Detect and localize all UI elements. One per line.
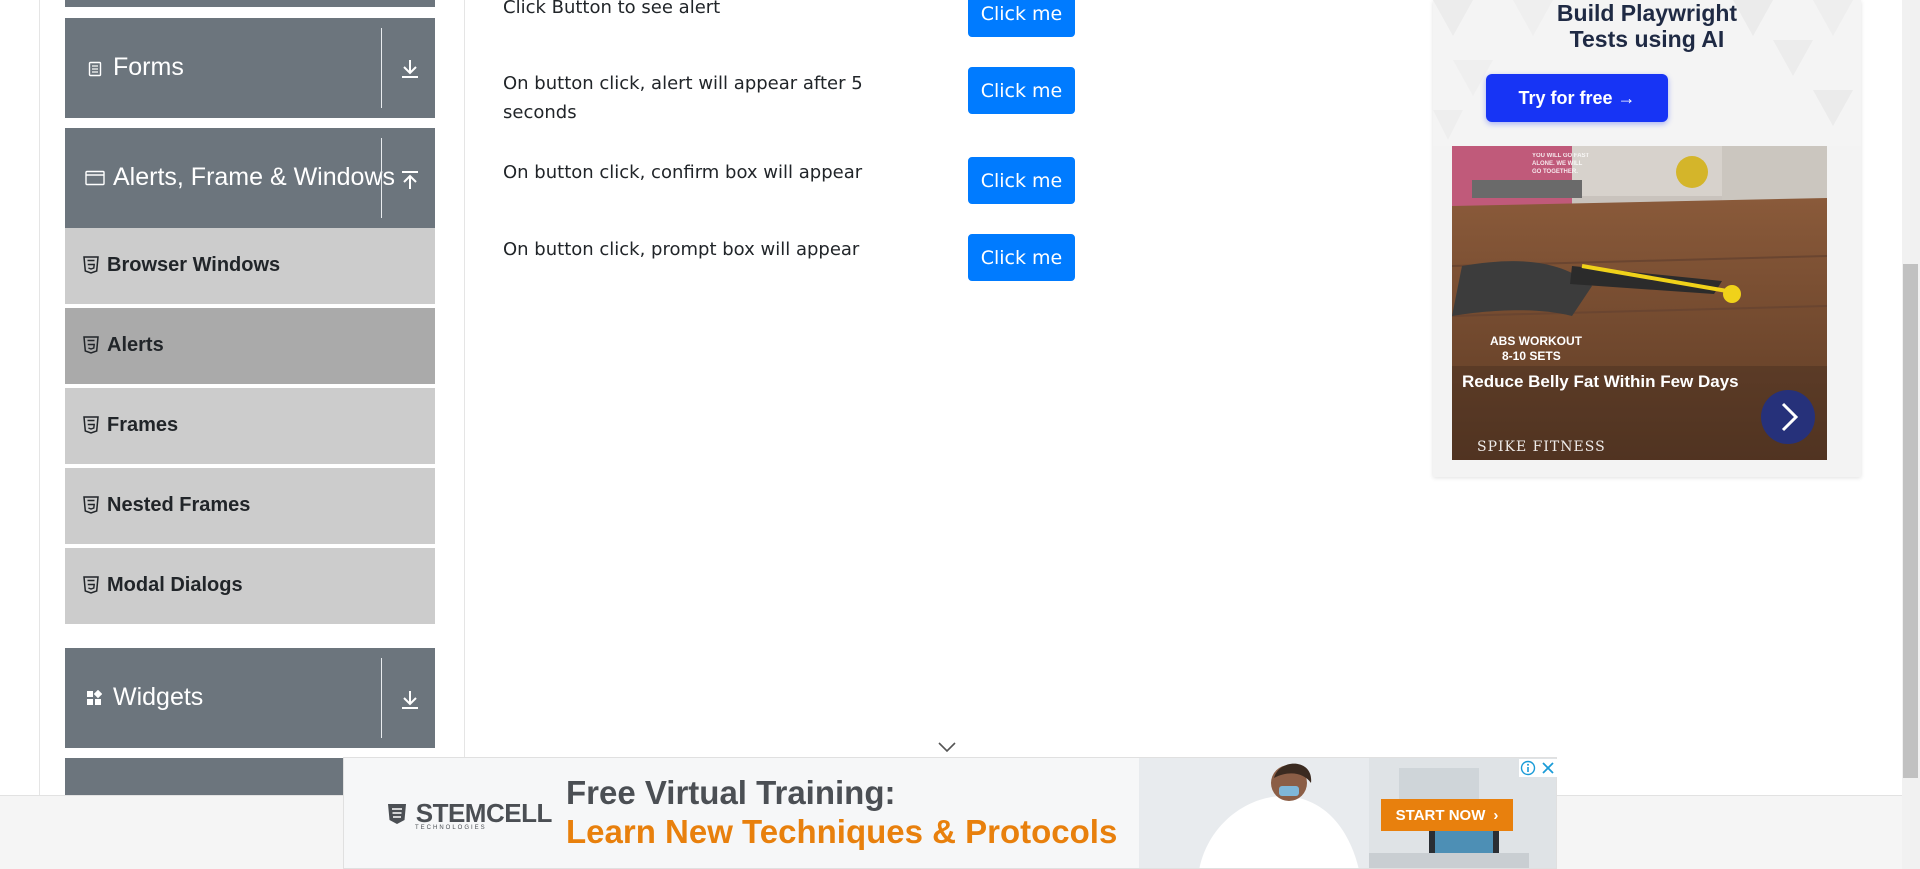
sidebar-item-label: Alerts [107,334,164,356]
ad-info-icon[interactable] [1520,760,1536,776]
confirm-button[interactable]: Click me [968,157,1075,204]
side-ad-headline-line2: Tests using AI [1569,26,1725,52]
stemcell-logo: STEMCELL TECHNOLOGIES [385,798,552,831]
timer-alert-button[interactable]: Click me [968,67,1075,114]
widgets-grid-icon [87,690,102,705]
download-arrow-icon[interactable] [395,684,425,714]
sidebar-item-label: Modal Dialogs [107,574,243,596]
bottom-ad[interactable]: STEMCELL TECHNOLOGIES Free Virtual Train… [343,757,1557,869]
content-border [464,0,465,757]
bottom-ad-line2: Learn New Techniques & Protocols [566,813,1118,850]
sidebar-item-label: Browser Windows [107,254,281,276]
scrollbar-thumb[interactable] [1903,264,1918,778]
html5-icon [83,496,99,514]
sidebar-item-frames[interactable]: Frames [65,388,435,466]
prompt-row-text: On button click, prompt box will appear [503,239,860,260]
sidebar-item-browser-windows[interactable]: Browser Windows [65,228,435,306]
confirm-row-text: On button click, confirm box will appear [503,162,863,183]
chevron-right-icon: › [1493,806,1499,824]
photo-brand: SPIKE FITNESS [1477,439,1606,455]
bottom-ad-start-button[interactable]: START NOW › [1381,799,1513,831]
html5-icon [83,416,99,434]
stemcell-logo-text: STEMCELL [415,798,553,828]
sidebar-item-modal-dialogs[interactable]: Modal Dialogs [65,548,435,626]
photo-wall-text: YOU WILL GO FAST ALONE. WE WILL GO TOGET… [1532,153,1590,175]
download-arrow-icon[interactable] [395,53,425,83]
side-ad-headline: Build Playwright Tests using AI [1433,0,1861,52]
photo-tag-line2: 8-10 SETS [1502,349,1561,363]
group-header-forms[interactable]: Forms [65,18,435,118]
photo-title: Reduce Belly Fat Within Few Days [1462,372,1739,391]
stemcell-logo-icon [388,804,406,824]
bottom-ad-line1: Free Virtual Training: [566,774,896,811]
side-ad-cta-button[interactable]: Try for free → [1486,74,1668,122]
alert-button[interactable]: Click me [968,0,1075,37]
group-separator [381,28,382,108]
next-arrow-icon[interactable] [1761,390,1815,444]
ad-controls [1519,759,1557,777]
sidebar-item-nested-frames[interactable]: Nested Frames [65,468,435,546]
sidebar-item-label: Frames [107,414,179,436]
group-header-widgets[interactable]: Widgets [65,648,435,748]
side-ad[interactable]: Build Playwright Tests using AI Try for … [1433,0,1861,477]
bottom-ad-start-label: START NOW [1395,806,1486,824]
sidebar-item-label: Nested Frames [107,494,251,516]
left-column-border [39,0,40,795]
timer-alert-row-text: On button click, alert will appear after… [503,73,863,123]
html5-icon [83,256,99,274]
group-header-alerts-frame-windows[interactable]: Alerts, Frame & Windows [65,128,435,228]
document-icon [88,61,102,77]
photo-tag-line1: ABS WORKOUT [1490,334,1582,348]
alert-row-text: Click Button to see alert [503,0,721,18]
side-ad-photo[interactable]: ABS WORKOUT 8-10 SETS Reduce Belly Fat W… [1452,146,1827,460]
ad-close-icon[interactable] [1540,760,1556,776]
prompt-button[interactable]: Click me [968,234,1075,281]
group-label-widgets: Widgets [113,683,204,711]
page: Forms Alerts, Frame & Windows Browser Wi… [0,0,1920,869]
group-label-alerts-frame-windows: Alerts, Frame & Windows [113,163,396,191]
window-icon [85,170,105,186]
chevron-down-icon[interactable] [937,741,957,753]
html5-icon [83,336,99,354]
sidebar-item-alerts[interactable]: Alerts [65,308,435,386]
html5-icon [83,576,99,594]
group-separator [381,138,382,218]
side-ad-headline-line1: Build Playwright [1556,0,1738,26]
group-header-previous[interactable] [65,0,435,7]
upload-arrow-icon[interactable] [395,166,425,196]
group-label-forms: Forms [113,53,184,81]
group-separator [381,658,382,738]
